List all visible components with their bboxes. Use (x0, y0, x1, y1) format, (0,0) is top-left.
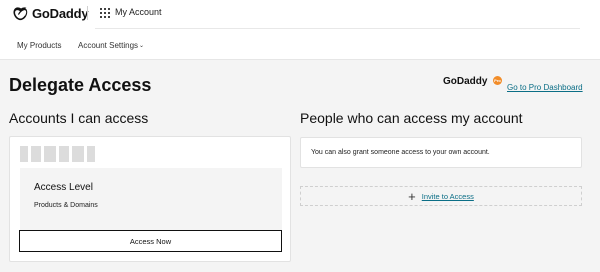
godaddy-pro-logo: GoDaddy (443, 76, 488, 87)
godaddy-logo-icon (13, 6, 28, 20)
access-level-value: Products & Domains (34, 202, 98, 209)
logo-text: GoDaddy (32, 5, 89, 21)
account-card: Access Level Products & Domains Access N… (9, 136, 291, 262)
plus-icon: + (408, 188, 416, 204)
invite-to-access-button[interactable]: + Invite to Access (300, 186, 582, 206)
blurred-account-name (20, 146, 95, 162)
nav-account-settings[interactable]: Account Settings⌄ (78, 41, 144, 50)
access-now-button[interactable]: Access Now (19, 230, 282, 252)
nav-my-products[interactable]: My Products (17, 41, 61, 50)
go-to-pro-dashboard-link[interactable]: Go to Pro Dashboard (507, 83, 583, 92)
access-level-panel: Access Level Products & Domains (20, 168, 282, 230)
chevron-down-icon: ⌄ (139, 43, 145, 49)
grant-info-card: You can also grant someone access to you… (300, 137, 582, 168)
pro-badge-icon: Pro (493, 76, 502, 85)
header-divider (87, 6, 88, 20)
header-rule (95, 28, 580, 29)
accounts-section-title: Accounts I can access (9, 110, 149, 126)
page-title: Delegate Access (9, 75, 152, 95)
top-header: GoDaddy My Account (0, 0, 600, 30)
sub-navigation: My Products Account Settings⌄ (0, 30, 600, 60)
apps-grid-icon[interactable] (100, 8, 110, 18)
my-account-link[interactable]: My Account (115, 7, 162, 17)
main-content: Delegate Access GoDaddy Pro Go to Pro Da… (0, 60, 600, 272)
invite-to-access-label: Invite to Access (421, 191, 474, 201)
nav-account-settings-label: Account Settings (78, 41, 139, 50)
people-section-title: People who can access my account (300, 110, 523, 126)
godaddy-home-link[interactable]: GoDaddy (12, 5, 89, 21)
access-level-title: Access Level (34, 182, 93, 193)
grant-access-text: You can also grant someone access to you… (311, 149, 490, 156)
